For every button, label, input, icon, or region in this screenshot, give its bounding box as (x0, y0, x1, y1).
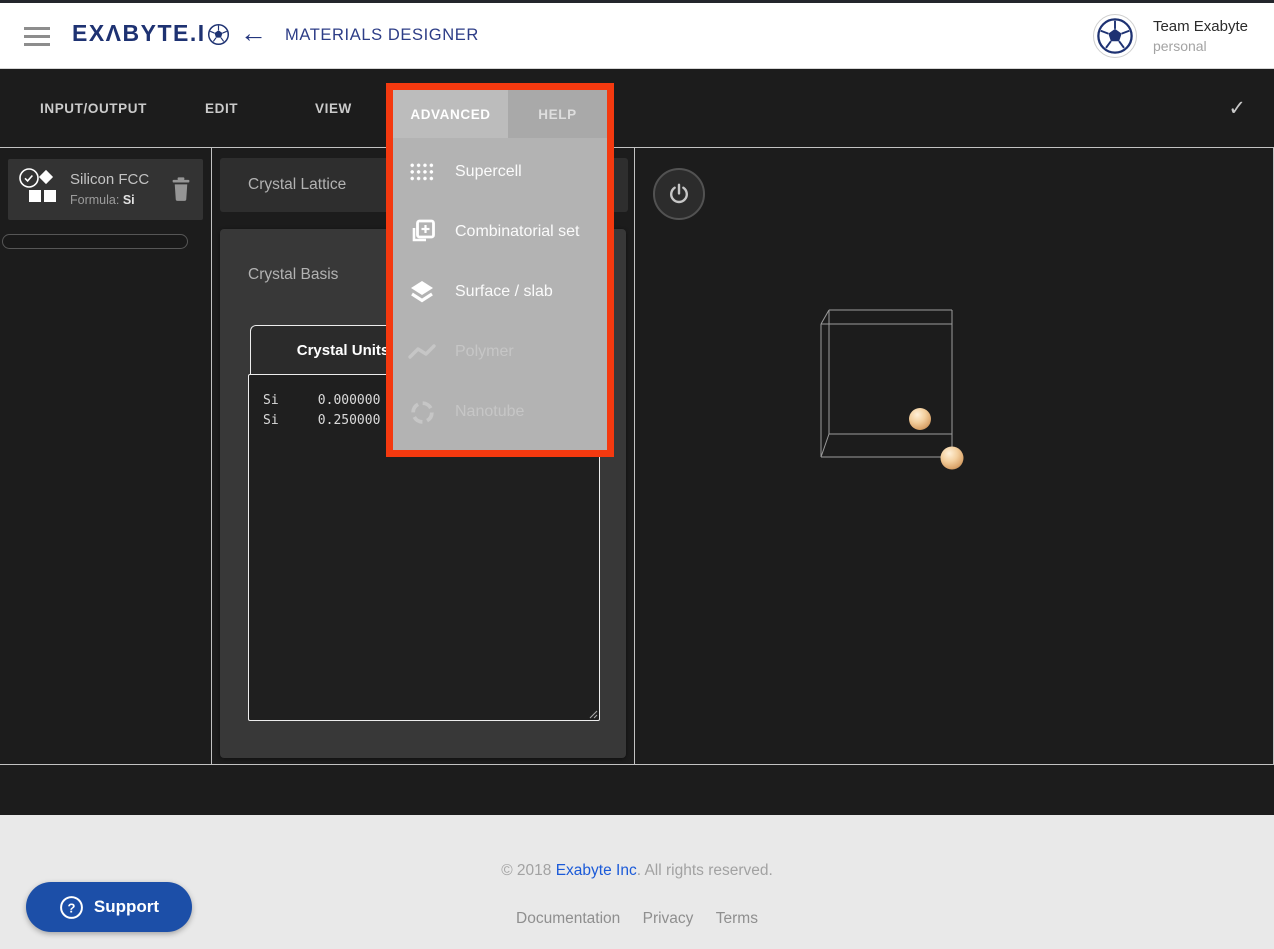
menu-item-combinatorial-set[interactable]: Combinatorial set (393, 202, 607, 262)
company-link[interactable]: Exabyte Inc (556, 862, 637, 879)
account-widget[interactable]: Team Exabyte personal (1093, 14, 1248, 58)
account-type: personal (1153, 38, 1248, 54)
logo-text: EXΛBYTE.I (72, 20, 206, 47)
link-documentation[interactable]: Documentation (516, 910, 620, 927)
question-circle-icon: ? (59, 895, 84, 920)
supercell-grid-icon (407, 161, 437, 183)
material-formula: Formula: Si (70, 193, 135, 207)
textarea-resize-handle[interactable] (587, 708, 598, 719)
logo-ball-icon (207, 23, 230, 46)
menu-input-output[interactable]: INPUT/OUTPUT (40, 69, 147, 147)
silicon-atom-2 (941, 447, 964, 470)
hamburger-menu-icon[interactable] (24, 27, 50, 47)
bottom-dark-band (0, 766, 1274, 815)
exabyte-logo[interactable]: EXΛBYTE.I (72, 20, 230, 47)
content-area: Silicon FCC Formula: Si Crystal Lattice … (0, 147, 1274, 765)
svg-text:?: ? (67, 900, 75, 915)
silicon-atom-1 (909, 408, 931, 430)
support-button[interactable]: ? Support (26, 882, 192, 932)
surface-slab-icon (407, 278, 437, 306)
page-footer: © 2018 Exabyte Inc. All rights reserved.… (0, 815, 1274, 949)
three-d-viewer (635, 148, 1274, 764)
link-terms[interactable]: Terms (716, 910, 758, 927)
delete-material-icon[interactable] (171, 176, 191, 202)
nanotube-icon (407, 399, 437, 426)
back-arrow-icon[interactable]: ← (240, 18, 267, 49)
material-type-icon (16, 166, 62, 212)
advanced-menu-dropdown: ADVANCED HELP Supercell Combinatorial se… (386, 83, 614, 457)
sidebar-horizontal-scrollbar[interactable] (2, 234, 188, 249)
formula-value: Si (123, 193, 135, 207)
link-privacy[interactable]: Privacy (643, 910, 694, 927)
menu-help[interactable]: HELP (508, 90, 607, 138)
avatar (1093, 14, 1137, 58)
materials-sidebar: Silicon FCC Formula: Si (0, 148, 212, 764)
app-header: EXΛBYTE.I ← MATERIALS DESIGNER (0, 3, 1274, 69)
menu-advanced[interactable]: ADVANCED (393, 90, 508, 138)
materials-designer-screen: EXΛBYTE.I ← MATERIALS DESIGNER (0, 0, 1274, 949)
menu-item-nanotube: Nanotube (393, 382, 607, 442)
material-list-item[interactable]: Silicon FCC Formula: Si (8, 159, 203, 220)
menu-edit[interactable]: EDIT (205, 69, 238, 147)
copyright-line: © 2018 Exabyte Inc. All rights reserved. (0, 862, 1274, 880)
polymer-icon (407, 341, 437, 363)
crystal-scene-canvas[interactable] (635, 148, 1272, 766)
avatar-ball-icon (1096, 17, 1134, 55)
crystal-basis-title: Crystal Basis (248, 266, 338, 284)
unit-cell-wireframe (821, 310, 952, 457)
menu-item-surface-slab[interactable]: Surface / slab (393, 262, 607, 322)
combinatorial-set-icon (407, 218, 437, 246)
confirm-check-icon[interactable]: ✓ (1228, 69, 1246, 147)
account-name: Team Exabyte (1153, 18, 1248, 35)
page-title: MATERIALS DESIGNER (285, 26, 479, 45)
advanced-menu-list: Supercell Combinatorial set (393, 138, 607, 442)
menu-item-polymer: Polymer (393, 322, 607, 382)
menu-view[interactable]: VIEW (315, 69, 352, 147)
material-name: Silicon FCC (70, 171, 149, 188)
designer-menubar: INPUT/OUTPUT EDIT VIEW ✓ (0, 69, 1274, 147)
menu-item-supercell[interactable]: Supercell (393, 142, 607, 202)
